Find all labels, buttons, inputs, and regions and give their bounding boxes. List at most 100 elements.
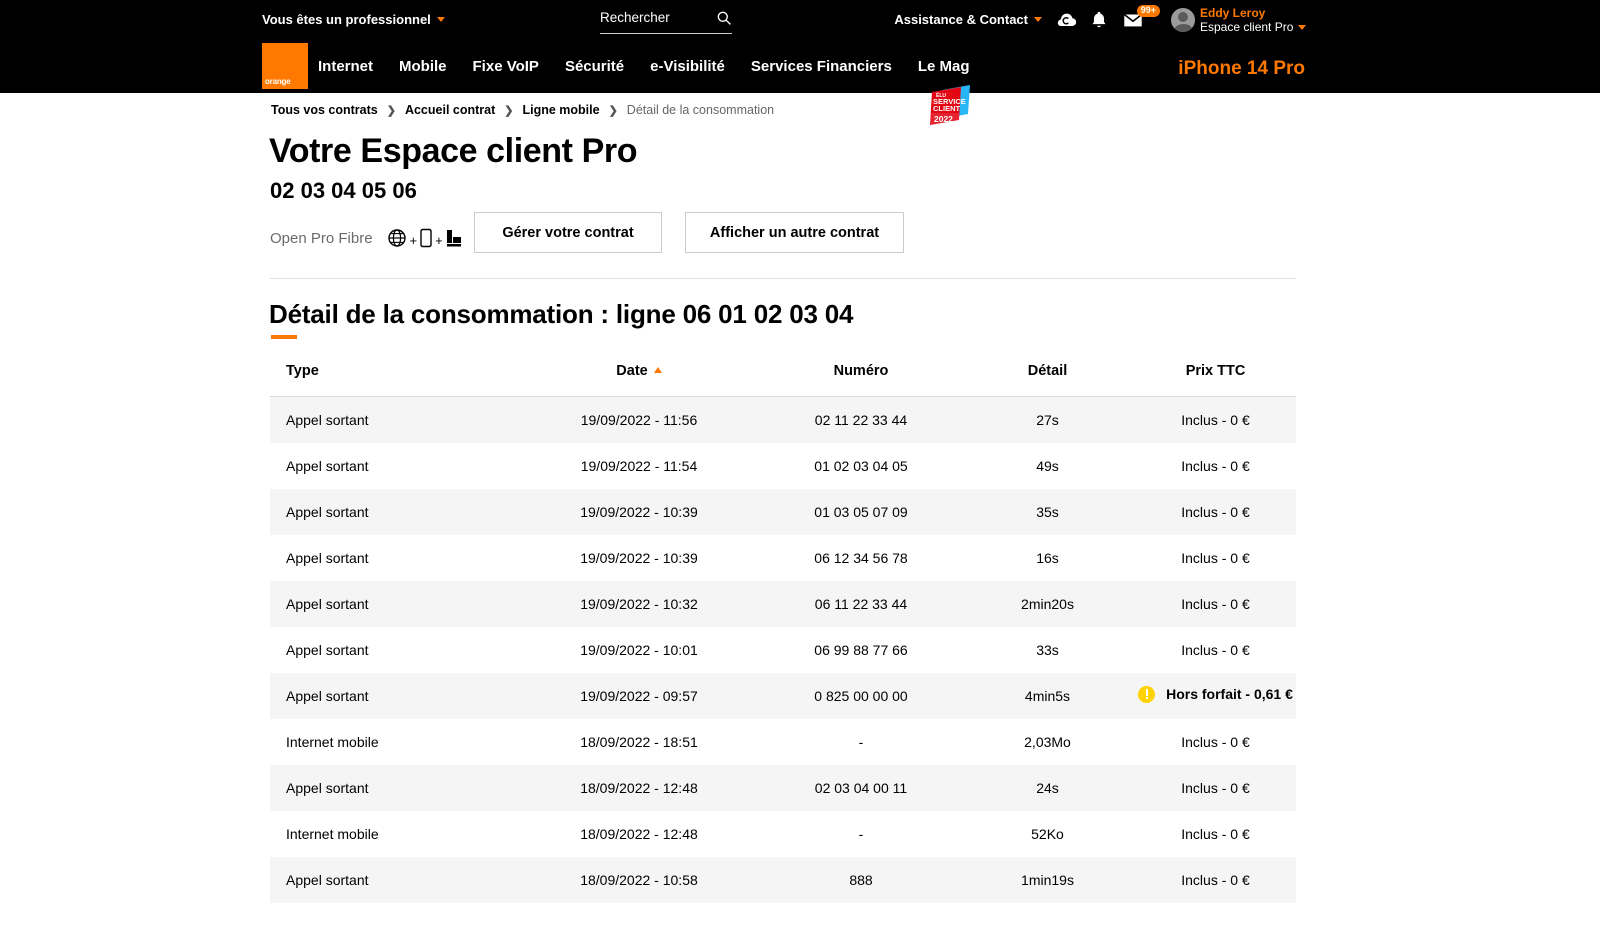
table-row[interactable]: Appel sortant 19/09/2022 - 09:57 0 825 00 …: [270, 672, 1296, 719]
column-header-detail[interactable]: Détail: [960, 363, 1135, 397]
cell-detail: 52Ko: [1031, 825, 1064, 842]
cell-prix: Inclus - 0 €: [1181, 503, 1250, 520]
breadcrumb: Tous vos contrats ❯ Accueil contrat ❯ Li…: [271, 103, 774, 117]
table-row[interactable]: Appel sortant 19/09/2022 - 10:01 06 99 88 …: [270, 627, 1296, 673]
nav-links: Internet Mobile Fixe VoIP Sécurité e-Vis…: [318, 40, 970, 93]
nav-item-mobile[interactable]: Mobile: [399, 58, 447, 75]
cell-type: Appel sortant: [286, 549, 369, 566]
cell-numero: -: [858, 733, 864, 750]
table-row[interactable]: Appel sortant 19/09/2022 - 10:39 06 12 34 …: [270, 535, 1296, 581]
cell-numero: 0 825 00 00 00: [814, 687, 908, 704]
cell-numero: 06 12 34 56 78: [814, 549, 908, 566]
breadcrumb-item-accueil-contrat[interactable]: Accueil contrat: [405, 103, 495, 117]
nav-item-le-mag[interactable]: Le Mag: [918, 58, 970, 75]
cell-date: 18/09/2022 - 12:48: [580, 779, 698, 796]
nav-item-fixe-voip[interactable]: Fixe VoIP: [473, 58, 539, 75]
chevron-right-icon: ❯: [504, 104, 514, 117]
column-header-prix-ttc[interactable]: Prix TTC: [1135, 363, 1296, 397]
bell-icon[interactable]: [1088, 9, 1110, 31]
cell-type: Appel sortant: [286, 411, 369, 428]
search-input[interactable]: [600, 10, 704, 25]
cell-numero: 02 11 22 33 44: [814, 411, 908, 428]
pro-switch[interactable]: Vous êtes un professionnel: [262, 12, 445, 27]
manage-contract-button[interactable]: Gérer votre contrat: [474, 212, 662, 253]
table-row[interactable]: Internet mobile 18/09/2022 - 12:48 - 52Ko In…: [270, 811, 1296, 857]
nav-item-securite[interactable]: Sécurité: [565, 58, 624, 75]
cell-date: 19/09/2022 - 10:01: [580, 641, 698, 658]
mail-unread-badge[interactable]: 99+: [1136, 5, 1160, 17]
cell-prix: Inclus - 0 €: [1181, 595, 1250, 612]
service-client-badge-icon[interactable]: ÉLU SERVICE CLIENT 2022: [928, 82, 972, 126]
column-header-numero[interactable]: Numéro: [762, 363, 960, 397]
nav-item-e-visibilite[interactable]: e-Visibilité: [650, 58, 725, 75]
avatar[interactable]: [1171, 8, 1195, 32]
cell-numero: 888: [849, 871, 873, 888]
cell-prix: Inclus - 0 €: [1181, 871, 1250, 888]
main-nav: orange Internet Mobile Fixe VoIP Sécurit…: [0, 40, 1600, 125]
table-row[interactable]: Appel sortant 19/09/2022 - 10:39 01 03 05 …: [270, 488, 1296, 535]
column-header-date-label: Date: [616, 363, 648, 379]
user-name: Eddy Leroy: [1200, 6, 1266, 20]
cell-numero: -: [858, 825, 864, 842]
user-menu[interactable]: Eddy Leroy Espace client Pro: [1200, 6, 1307, 34]
promo-link-iphone[interactable]: iPhone 14 Pro: [1178, 58, 1305, 80]
orange-logo-text: orange: [265, 77, 291, 86]
cell-prix: Inclus - 0 €: [1181, 411, 1250, 428]
table-row[interactable]: Internet mobile 18/09/2022 - 18:51 - 2,03Mo…: [270, 719, 1296, 765]
plus-sign: +: [435, 233, 443, 248]
cell-detail: 24s: [1036, 779, 1059, 796]
cell-detail: 2min20s: [1021, 595, 1074, 612]
cell-numero: 06 11 22 33 44: [814, 595, 908, 612]
cell-prix: Inclus - 0 €: [1181, 733, 1250, 750]
mobile-icon: [420, 228, 432, 248]
globe-icon: [387, 229, 406, 247]
chevron-down-icon: [436, 17, 445, 22]
search-field[interactable]: [600, 8, 732, 34]
cell-prix: Inclus - 0 €: [1181, 549, 1250, 566]
breadcrumb-item-tous-vos-contrats[interactable]: Tous vos contrats: [271, 103, 378, 117]
cell-date: 19/09/2022 - 10:32: [580, 595, 698, 612]
cell-prix: Hors forfait - 0,61 €: [1135, 673, 1296, 719]
assistance-contact-menu[interactable]: Assistance & Contact: [894, 12, 1042, 27]
consumption-table: Type Date Numéro Détail Prix TTC Appel s…: [270, 363, 1296, 903]
utility-bar: Vous êtes un professionnel Assistance & …: [0, 0, 1600, 40]
section-title: Détail de la consommation : ligne 06 01 …: [269, 299, 854, 329]
column-header-type[interactable]: Type: [270, 363, 516, 397]
nav-item-services-financiers[interactable]: Services Financiers: [751, 58, 892, 75]
cell-numero: 01 02 03 04 05: [814, 457, 908, 474]
table-row[interactable]: Appel sortant 18/09/2022 - 12:48 02 03 04 …: [270, 764, 1296, 811]
offer-name: Open Pro Fibre: [270, 229, 373, 247]
cell-detail: 2,03Mo: [1024, 733, 1071, 750]
cell-type: Appel sortant: [286, 779, 369, 796]
table-row[interactable]: Appel sortant 18/09/2022 - 10:58 888 1min19…: [270, 856, 1296, 903]
cell-type: Appel sortant: [286, 871, 369, 888]
search-icon[interactable]: [716, 10, 732, 26]
table-row[interactable]: Appel sortant 19/09/2022 - 10:32 06 11 22 …: [270, 580, 1296, 627]
table-row[interactable]: Appel sortant 19/09/2022 - 11:56 02 11 22 …: [270, 396, 1296, 443]
show-other-contract-button[interactable]: Afficher un autre contrat: [685, 212, 904, 253]
column-header-date[interactable]: Date: [516, 363, 762, 397]
offer-summary: Open Pro Fibre + +: [270, 217, 462, 259]
cell-prix: Inclus - 0 €: [1181, 641, 1250, 658]
page-title: Votre Espace client Pro: [269, 132, 638, 170]
cell-prix: Inclus - 0 €: [1181, 779, 1250, 796]
user-space-label: Espace client Pro: [1200, 20, 1294, 34]
cell-date: 18/09/2022 - 12:48: [580, 825, 698, 842]
cell-type: Appel sortant: [286, 595, 369, 612]
breadcrumb-item-current: Détail de la consommation: [626, 103, 775, 117]
warning-icon: [1138, 685, 1156, 703]
orange-logo[interactable]: orange: [262, 43, 308, 89]
cloud-icon[interactable]: [1056, 9, 1078, 31]
table-row[interactable]: Appel sortant 19/09/2022 - 11:54 01 02 03 …: [270, 443, 1296, 489]
cell-numero: 01 03 05 07 09: [814, 503, 908, 520]
svg-text:CLIENT: CLIENT: [933, 104, 961, 113]
cell-date: 19/09/2022 - 09:57: [580, 687, 698, 704]
user-space: Espace client Pro: [1200, 20, 1307, 34]
chevron-right-icon: ❯: [608, 104, 618, 117]
breadcrumb-item-ligne-mobile[interactable]: Ligne mobile: [522, 103, 599, 117]
contract-line-number: 02 03 04 05 06: [270, 178, 417, 203]
cell-prix: Inclus - 0 €: [1181, 825, 1250, 842]
nav-item-internet[interactable]: Internet: [318, 58, 373, 75]
sort-asc-icon[interactable]: [653, 367, 662, 373]
cell-date: 18/09/2022 - 18:51: [580, 733, 698, 750]
